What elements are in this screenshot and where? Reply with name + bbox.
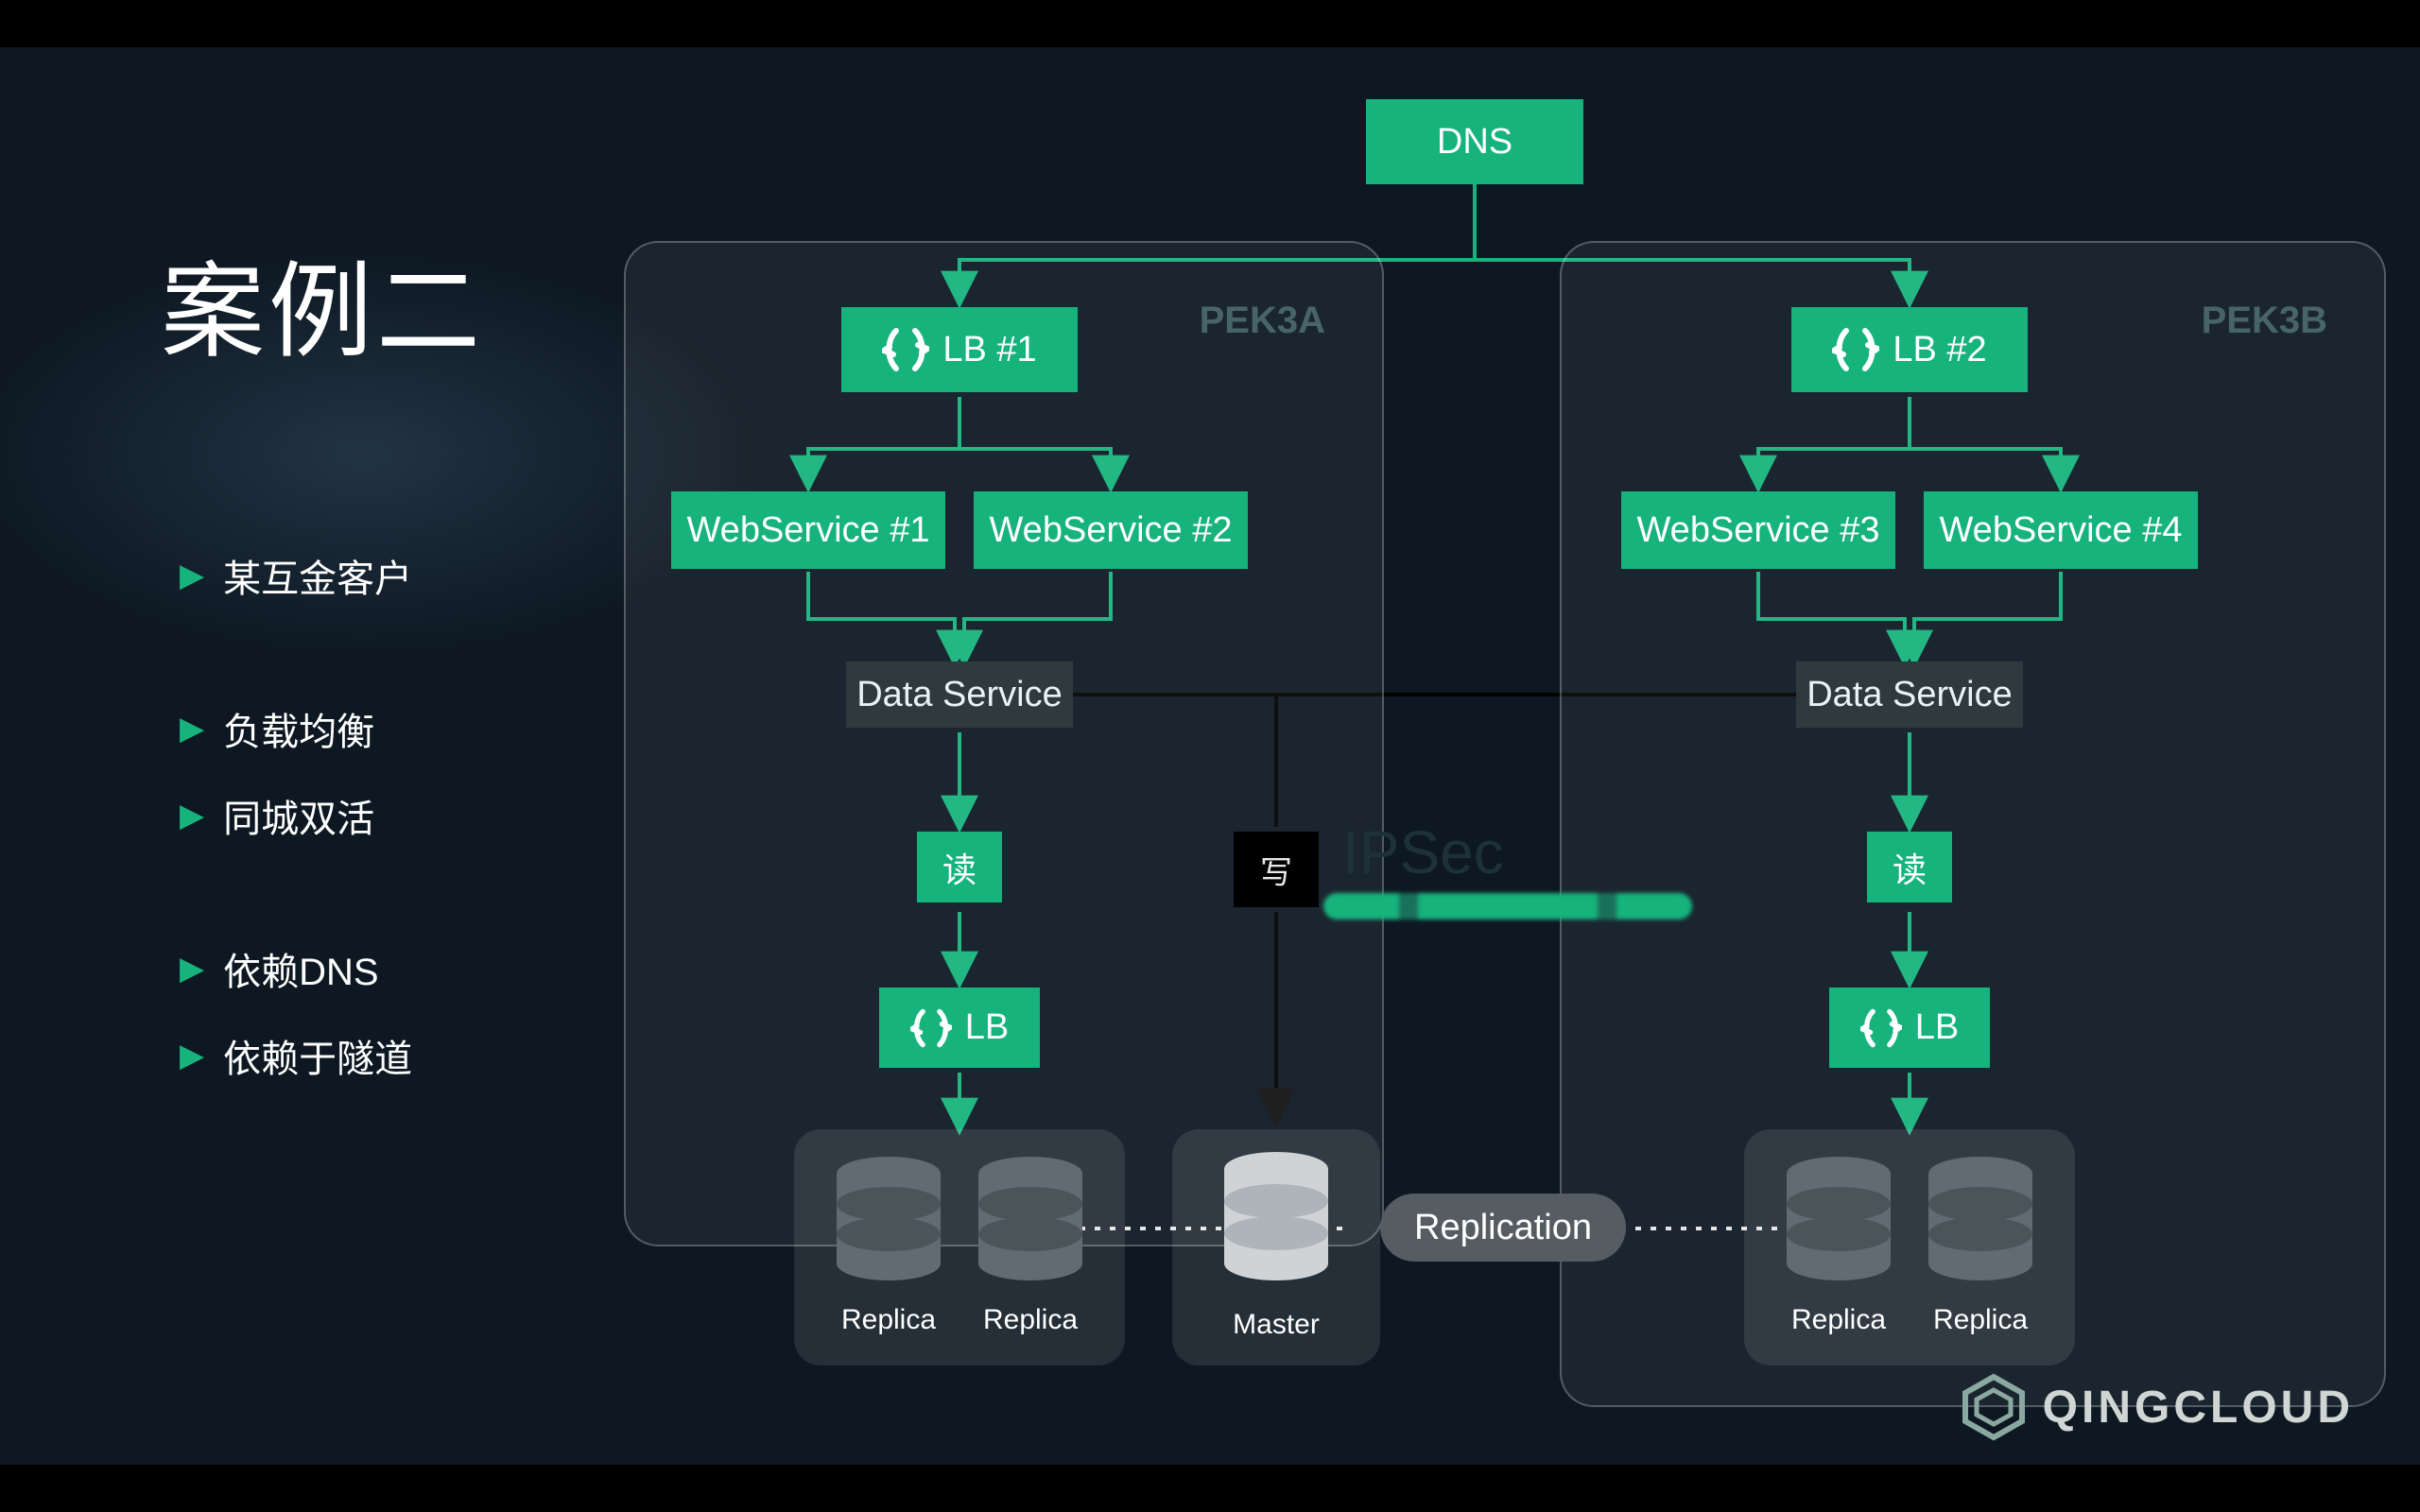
bullet-text: 负载均衡 bbox=[223, 701, 374, 756]
lb2-label: LB #2 bbox=[1893, 330, 1986, 370]
architecture-diagram: DNS PEK3A PEK3B LB #1 LB #2 WebService #… bbox=[614, 90, 2411, 1469]
bullet-text: 同城双活 bbox=[223, 788, 374, 843]
database-icon bbox=[827, 1153, 950, 1295]
replica-label: Replica bbox=[837, 1304, 941, 1336]
bullet-item: ▶ 依赖DNS bbox=[180, 941, 412, 996]
database-icon bbox=[1919, 1153, 2042, 1295]
lb-inner-right: LB bbox=[1829, 988, 1990, 1068]
database-icon bbox=[969, 1153, 1092, 1295]
brand-logo: QINGCLOUD bbox=[1960, 1373, 2354, 1441]
lb-inner-left: LB bbox=[879, 988, 1040, 1068]
master-label: Master bbox=[1224, 1309, 1328, 1341]
database-icon bbox=[1777, 1153, 1900, 1295]
brand-label: QINGCLOUD bbox=[2043, 1382, 2354, 1434]
ws2-node: WebService #2 bbox=[974, 491, 1248, 569]
ws1-node: WebService #1 bbox=[671, 491, 945, 569]
bullet-list: ▶ 某互金客户 ▶ 负载均衡 ▶ 同城双活 ▶ 依赖DNS ▶ 依赖于隧道 bbox=[180, 548, 412, 1115]
bullet-text: 依赖于隧道 bbox=[223, 1028, 412, 1083]
data-service-right: Data Service bbox=[1796, 662, 2023, 728]
ws3-node: WebService #3 bbox=[1621, 491, 1895, 569]
logo-icon bbox=[1960, 1373, 2028, 1441]
load-balancer-icon bbox=[1860, 1007, 1902, 1049]
lb1-label: LB #1 bbox=[942, 330, 1036, 370]
dns-node: DNS bbox=[1366, 99, 1583, 184]
ws4-node: WebService #4 bbox=[1924, 491, 2198, 569]
replica-label: Replica bbox=[1787, 1304, 1891, 1336]
region-left-label: PEK3A bbox=[1200, 300, 1325, 342]
replica-label: Replica bbox=[978, 1304, 1082, 1336]
lb2-node: LB #2 bbox=[1791, 307, 2028, 392]
lb-inner-left-label: LB bbox=[965, 1007, 1009, 1048]
replication-node: Replication bbox=[1380, 1194, 1626, 1262]
load-balancer-icon bbox=[1832, 326, 1879, 373]
ipsec-label: IPSec bbox=[1342, 817, 1504, 887]
bullet-text: 某互金客户 bbox=[223, 548, 412, 603]
lb1-node: LB #1 bbox=[841, 307, 1078, 392]
bullet-marker-icon: ▶ bbox=[180, 797, 204, 834]
database-icon bbox=[1215, 1148, 1338, 1299]
bullet-marker-icon: ▶ bbox=[180, 950, 204, 988]
lb-inner-right-label: LB bbox=[1915, 1007, 1959, 1048]
bullet-marker-icon: ▶ bbox=[180, 557, 204, 594]
bullet-text: 依赖DNS bbox=[223, 941, 378, 996]
slide-title: 案例二 bbox=[161, 227, 484, 378]
bullet-item: ▶ 某互金客户 bbox=[180, 548, 412, 603]
bullet-marker-icon: ▶ bbox=[180, 1037, 204, 1074]
read-node-left: 读 bbox=[917, 832, 1002, 902]
bullet-marker-icon: ▶ bbox=[180, 710, 204, 747]
read-node-right: 读 bbox=[1867, 832, 1952, 902]
replica-label: Replica bbox=[1928, 1304, 2032, 1336]
write-node: 写 bbox=[1234, 832, 1319, 907]
load-balancer-icon bbox=[910, 1007, 952, 1049]
ipsec-tunnel bbox=[1323, 893, 1692, 919]
region-right-label: PEK3B bbox=[2202, 300, 2327, 342]
bullet-item: ▶ 依赖于隧道 bbox=[180, 1028, 412, 1083]
bullet-item: ▶ 同城双活 bbox=[180, 788, 412, 843]
data-service-left: Data Service bbox=[846, 662, 1073, 728]
load-balancer-icon bbox=[882, 326, 929, 373]
bullet-item: ▶ 负载均衡 bbox=[180, 701, 412, 756]
